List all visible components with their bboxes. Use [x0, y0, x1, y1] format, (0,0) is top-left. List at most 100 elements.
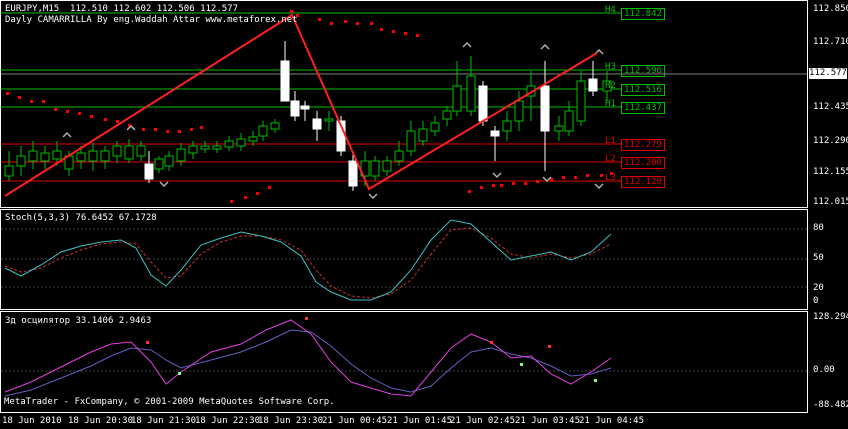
level-value-l2: 112.200	[621, 157, 665, 169]
candle-body	[52, 150, 62, 160]
candle-body	[478, 85, 488, 122]
candle-body	[382, 160, 392, 172]
indicator-dot	[78, 112, 81, 115]
symbol-info: EURJPY,M15 112.510 112.602 112.506 112.5…	[5, 4, 238, 14]
candle-body	[124, 145, 134, 160]
indicator-dot	[404, 32, 407, 35]
price-tick: 112.850	[813, 4, 848, 14]
stoch-tick: 50	[813, 253, 824, 263]
candle-body	[236, 138, 246, 147]
indicator-dot	[480, 186, 483, 189]
indicator-dot	[256, 192, 259, 195]
indicator-dot	[66, 110, 69, 113]
candle-body	[290, 100, 300, 117]
candle-body	[224, 140, 234, 148]
candle-body	[588, 78, 598, 92]
price-chart	[1, 10, 807, 203]
candle-body	[406, 130, 416, 152]
candle-body	[40, 152, 50, 162]
time-tick: 18 Jun 20:30	[68, 416, 134, 426]
level-value-h1: 112.437	[621, 102, 665, 114]
candle-body	[176, 148, 186, 162]
indicator-dot	[468, 190, 471, 193]
level-name-l3: L3	[605, 173, 616, 183]
candle-body	[248, 136, 258, 142]
candle-body	[442, 110, 452, 120]
osc-signal-dot	[520, 363, 523, 366]
level-name-h3: H3	[605, 62, 616, 72]
candle-body	[16, 155, 26, 167]
candle-body	[312, 118, 322, 130]
candle-body	[394, 150, 404, 162]
time-tick: 18 Jun 2010	[2, 416, 62, 426]
candle-body	[164, 155, 174, 167]
indicator-dot	[330, 22, 333, 25]
price-tick: 112.710	[813, 37, 848, 47]
candle-body	[564, 110, 574, 132]
indicator-dot	[6, 92, 9, 95]
indicator-dot	[166, 130, 169, 133]
stochastic-label: Stoch(5,3,3) 76.6452 67.1728	[5, 213, 157, 223]
indicator-dot	[492, 184, 495, 187]
level-value-l1: 112.279	[621, 139, 665, 151]
fractal-arrow	[540, 43, 550, 50]
copyright-text: MetaTrader - FxCompany, © 2001-2009 Meta…	[4, 397, 335, 407]
candle-body	[88, 150, 98, 162]
indicator-dot	[154, 128, 157, 131]
candle-body	[280, 60, 290, 102]
indicator-dot	[142, 128, 145, 131]
level-value-l3: 112.120	[621, 176, 665, 188]
indicator-dot	[524, 182, 527, 185]
candle-body	[502, 120, 512, 132]
candle-body	[76, 152, 86, 162]
indicator-dot	[230, 200, 233, 203]
candle-body	[324, 118, 334, 122]
candle-body	[136, 145, 146, 157]
candle-body	[348, 160, 358, 187]
indicator-dot	[116, 120, 119, 123]
candle-body	[144, 163, 154, 180]
fractal-arrow	[62, 131, 72, 138]
time-tick: 21 Jun 03:45	[515, 416, 581, 426]
candle-body	[430, 122, 440, 132]
fractal-arrow	[594, 183, 604, 190]
stoch-tick: 80	[813, 223, 824, 233]
stochastic-pane[interactable]: Stoch(5,3,3) 76.6452 67.1728	[0, 209, 808, 310]
indicator-dot	[104, 118, 107, 121]
stoch-tick: 0	[813, 296, 819, 306]
fractal-arrow	[492, 172, 502, 179]
indicator-dot	[500, 184, 503, 187]
indicator-dot	[416, 34, 419, 37]
indicator-dot	[370, 22, 373, 25]
main-chart-pane[interactable]: EURJPY,M15 112.510 112.602 112.506 112.5…	[0, 0, 808, 208]
level-name-h4: H4	[605, 5, 616, 15]
candle-body	[112, 145, 122, 157]
candle-body	[466, 75, 476, 112]
time-tick: 21 Jun 04:45	[579, 416, 645, 426]
candle-body	[300, 105, 310, 110]
stochastic-chart	[1, 219, 807, 301]
stoch-signal-line	[4, 227, 612, 299]
candle-body	[212, 145, 222, 150]
price-tick: 112.290	[813, 136, 848, 146]
level-value-h4: 112.842	[621, 8, 665, 20]
candle-body	[188, 145, 198, 154]
osc-tick: -88.4820	[813, 400, 848, 410]
oscillator-label: 3д осцилятор 33.1406 2.9463	[5, 316, 152, 326]
osc-signal-dot	[548, 345, 551, 348]
fractal-arrow	[542, 176, 552, 183]
indicator-dot	[344, 20, 347, 23]
indicator-dot	[392, 30, 395, 33]
indicator-dot	[200, 126, 203, 129]
level-name-h2: H2	[605, 81, 616, 91]
candle-body	[370, 160, 380, 177]
indicator-dot	[380, 28, 383, 31]
indicator-dot	[54, 108, 57, 111]
candle-body	[154, 158, 164, 170]
osc-signal-dot	[146, 341, 149, 344]
current-price-marker: 112.577	[809, 68, 847, 79]
osc-signal-dot	[178, 372, 181, 375]
stoch-tick: 20	[813, 283, 824, 293]
level-value-h3: 112.596	[621, 65, 665, 77]
indicator-dot	[586, 174, 589, 177]
